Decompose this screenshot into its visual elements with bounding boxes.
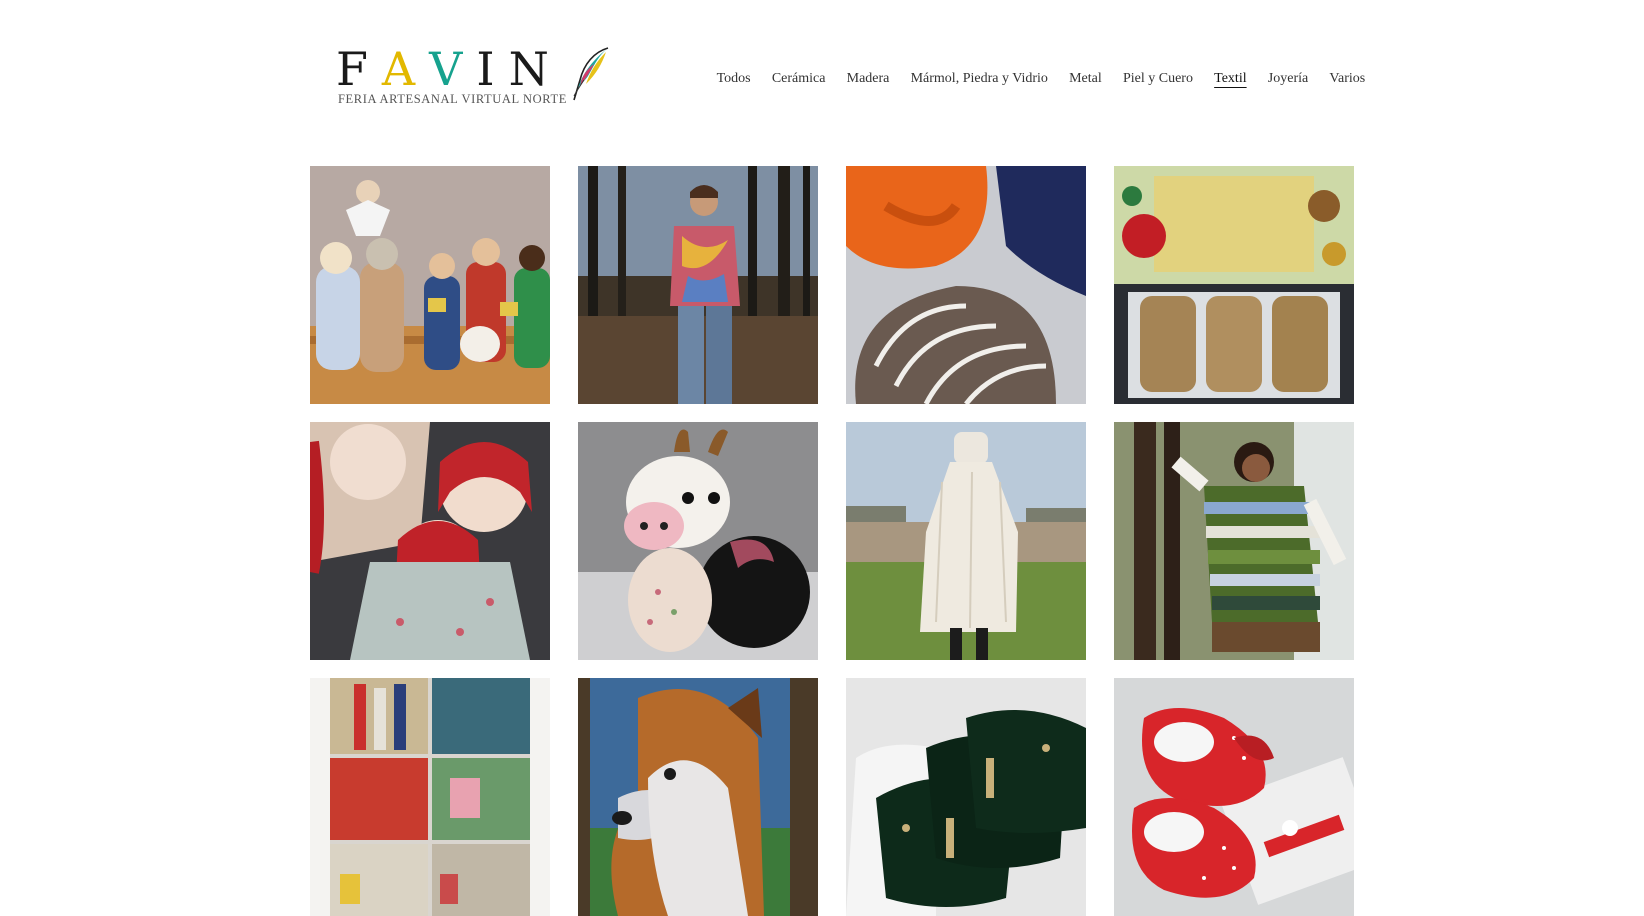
gallery-tile-white-poncho[interactable] — [846, 422, 1086, 660]
gallery-tile-crochet-nativity[interactable] — [310, 166, 550, 404]
category-nav: Todos Cerámica Madera Mármol, Piedra y V… — [706, 68, 1376, 90]
nav-todos[interactable]: Todos — [706, 70, 761, 88]
logo-letter: I — [476, 42, 509, 96]
nav-marmol-piedra-vidrio[interactable]: Mármol, Piedra y Vidrio — [900, 70, 1059, 88]
cloth-dolls-image — [310, 422, 550, 660]
gallery-tile-christmas-breads[interactable] — [1114, 166, 1354, 404]
logo-letter: N — [508, 42, 563, 96]
logo-letter: V — [429, 42, 477, 96]
gallery-tile-knitted-scarves[interactable] — [846, 166, 1086, 404]
gallery-tile-cloth-dolls[interactable] — [310, 422, 550, 660]
christmas-breads-image — [1114, 166, 1354, 404]
feather-icon — [573, 47, 609, 101]
gallery-tile-dog-tapestry[interactable] — [578, 678, 818, 916]
striped-poncho-image — [1114, 422, 1354, 660]
black-masks-image — [846, 678, 1086, 916]
knitted-scarves-image — [846, 166, 1086, 404]
nav-madera[interactable]: Madera — [836, 70, 900, 88]
logo-tagline: FERIA ARTESANAL VIRTUAL NORTE — [338, 92, 567, 106]
logo-letter: A — [381, 42, 430, 96]
site-logo[interactable]: FAVIN FERIA ARTESANAL VIRTUAL NORTE — [336, 44, 616, 106]
crochet-nativity-image — [310, 166, 550, 404]
gallery-tile-striped-poncho[interactable] — [1114, 422, 1354, 660]
gallery-tile-baby-shoes[interactable] — [1114, 678, 1354, 916]
nav-metal[interactable]: Metal — [1059, 70, 1113, 88]
gallery-tile-tie-dye-shirt[interactable] — [578, 166, 818, 404]
white-poncho-image — [846, 422, 1086, 660]
tie-dye-shirt-image — [578, 166, 818, 404]
nav-piel-cuero[interactable]: Piel y Cuero — [1112, 70, 1203, 88]
nav-varios[interactable]: Varios — [1319, 70, 1376, 88]
nav-ceramica[interactable]: Cerámica — [761, 70, 836, 88]
logo-letter: F — [336, 42, 382, 96]
plush-cow-image — [578, 422, 818, 660]
gallery-tile-plush-cow[interactable] — [578, 422, 818, 660]
gallery-tile-painted-bottles[interactable] — [310, 678, 550, 916]
dog-tapestry-image — [578, 678, 818, 916]
gallery-tile-black-masks[interactable] — [846, 678, 1086, 916]
nav-textil[interactable]: Textil — [1204, 70, 1258, 88]
nav-joyeria[interactable]: Joyería — [1257, 70, 1319, 88]
painted-bottles-image — [310, 678, 550, 916]
baby-shoes-image — [1114, 678, 1354, 916]
logo-wordmark: FAVIN — [336, 44, 563, 94]
product-gallery — [310, 166, 1354, 916]
